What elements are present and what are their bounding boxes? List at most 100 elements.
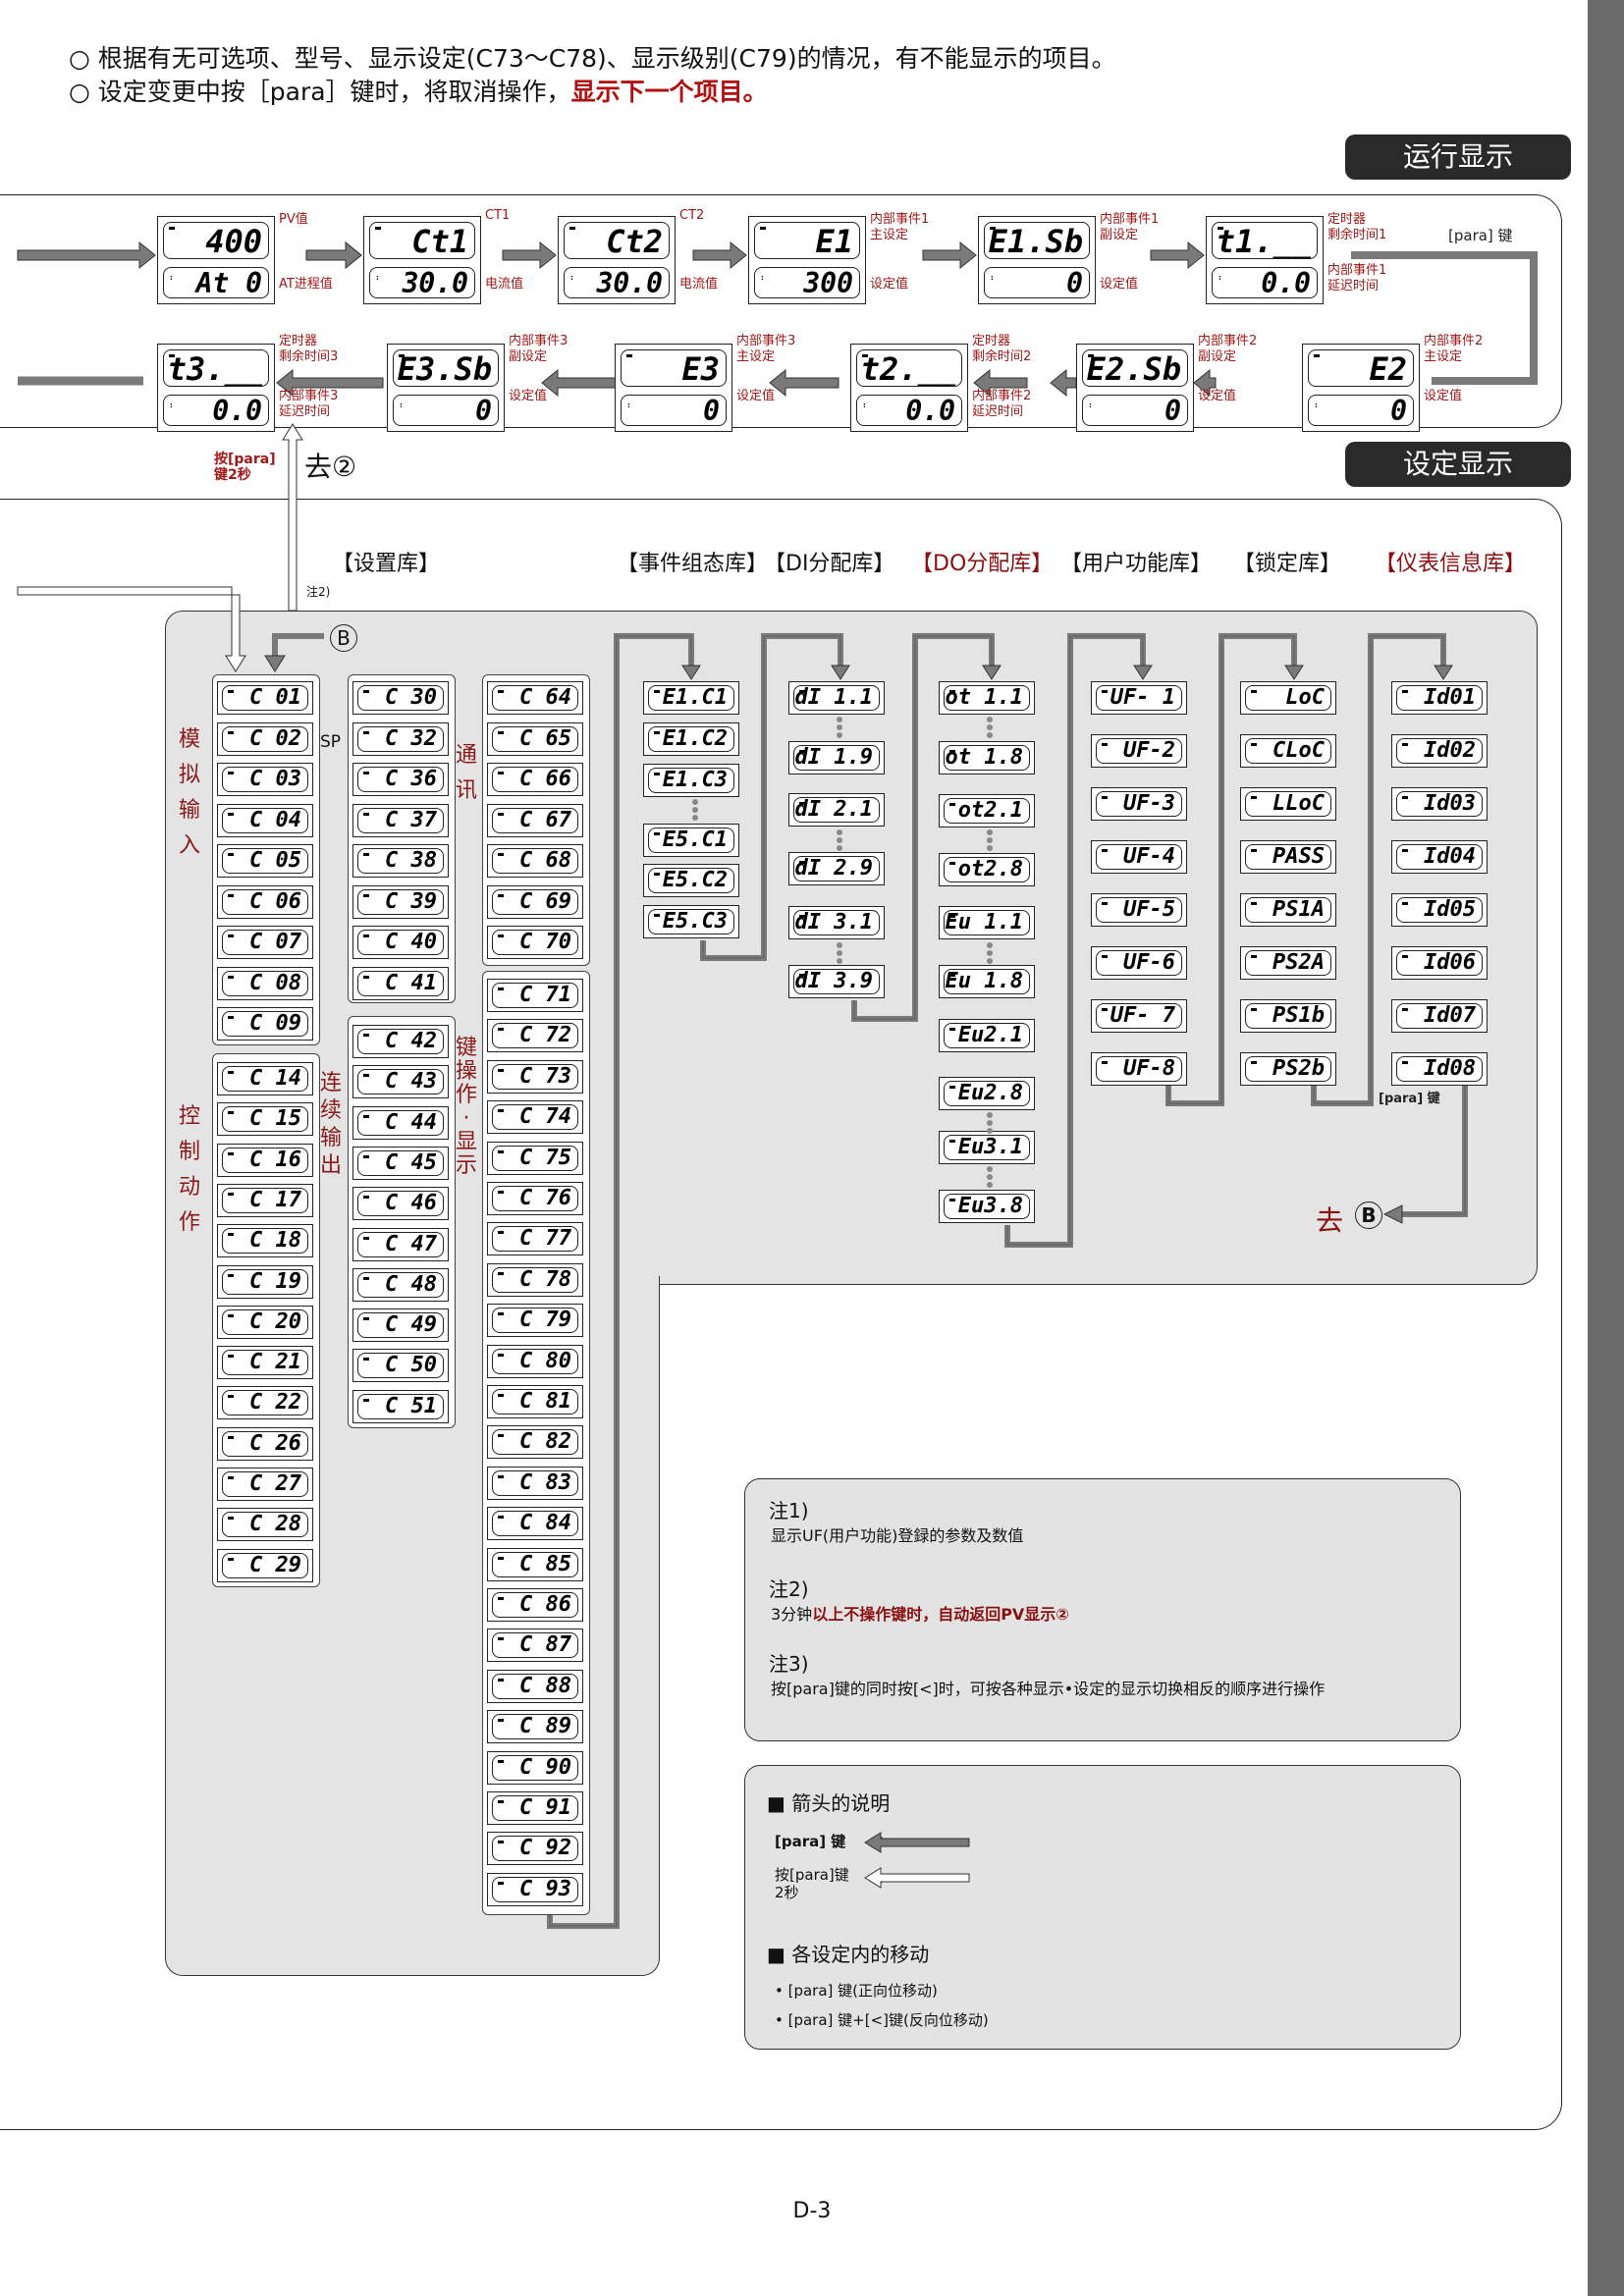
lcd-display: C 70 [492, 930, 578, 955]
instrument-info-lcd: Id03 [1391, 787, 1488, 821]
lock-lcd: PS1A [1240, 893, 1336, 927]
instrument-info-lcd: Id06 [1391, 946, 1488, 980]
lcd-display: C 80 [492, 1348, 578, 1374]
lcd-display: UF-6 [1096, 950, 1182, 976]
group-label-control-action: 控制动作 [178, 1104, 200, 1235]
run-display-lcd: Ct1: 30.0 [363, 216, 481, 304]
lcd-display: C 77 [492, 1226, 578, 1253]
do-assign-lcd: ot2.8 [939, 853, 1035, 886]
legend-move-title: ■ 各设定内的移动 [767, 1943, 930, 1966]
run-display-lcd: E1.Sb :0 [978, 216, 1096, 304]
legend-box: ■ 箭头的说明 [para] 键 : 按[para]键 2秒 : ■ 各设定内的… [744, 1765, 1461, 2050]
setup-param-lcd: C 42 [352, 1025, 449, 1058]
lcd-display: C 69 [492, 888, 578, 915]
lcd-indicator-icon: : [169, 400, 174, 409]
run-display-label-bottom: 设定值 [736, 389, 776, 403]
dotted-connector [692, 799, 704, 821]
run-display-lcd: E1: 300 [748, 216, 866, 304]
setup-param-lcd: C 07 [217, 926, 313, 959]
lcd-lower-value: 30.0 [402, 267, 468, 298]
di-assign-lcd: dI 3.1 [788, 906, 885, 939]
lcd-upper-display: E3.Sb [393, 349, 499, 387]
lcd-lower-display: : 30.0 [369, 267, 475, 298]
solid-arrow-icon [864, 1832, 970, 1853]
press-para-2s-label: 按[para] 键2秒 [214, 452, 276, 483]
lcd-display: C 03 [222, 767, 308, 792]
lcd-display: C 29 [222, 1552, 308, 1578]
lcd-display: C 73 [492, 1063, 578, 1090]
lcd-display: UF-4 [1096, 844, 1182, 870]
lcd-display: ot2.1 [944, 798, 1030, 824]
setup-param-lcd: C 41 [352, 966, 449, 1000]
flow-arrow-right [305, 240, 362, 270]
setup-param-lcd: C 65 [487, 721, 583, 756]
arrow-head-down [1133, 665, 1153, 680]
setup-param-lcd: C 82 [487, 1425, 583, 1460]
setup-param-lcd: C 73 [487, 1059, 583, 1094]
bank-title-do-assign: 【DO分配库】 [911, 552, 1054, 576]
setup-param-lcd: C 64 [487, 681, 583, 715]
hollow-arrow-entry [17, 586, 246, 672]
do-assign-lcd: Eu 1.8 [939, 965, 1035, 998]
legend-para-key: [para] 键 [775, 1833, 846, 1850]
setup-param-lcd: C 27 [217, 1468, 313, 1501]
lcd-display: C 45 [357, 1149, 444, 1176]
lcd-display: C 87 [492, 1632, 578, 1659]
hollow-arrow-icon [864, 1867, 970, 1889]
lcd-lower-display: :0 [621, 395, 727, 426]
setup-param-lcd: C 84 [487, 1507, 583, 1541]
run-display-label-bottom: AT进程值 [279, 277, 333, 292]
event-config-lcd: E5.C3 [643, 905, 739, 938]
lcd-display: C 46 [357, 1191, 444, 1217]
user-function-lcd: UF-8 [1091, 1052, 1187, 1086]
lcd-lower-value: 0.0 [212, 395, 262, 426]
para-key-small-label: [para] 键 [1379, 1092, 1440, 1107]
lcd-display: C 08 [222, 970, 308, 996]
user-function-lcd: UF-6 [1091, 946, 1187, 980]
lcd-upper-display: E1.Sb [984, 222, 1090, 259]
lcd-lower-value: 0 [703, 395, 720, 426]
run-display-label-top: CT2 [679, 208, 705, 223]
lcd-display: C 15 [222, 1106, 308, 1133]
setup-param-lcd: C 74 [487, 1100, 583, 1135]
lcd-display: dI 1.9 [793, 745, 880, 771]
lcd-upper-display: E2 [1308, 349, 1414, 387]
bank-title-instrument-info: 【仪表信息库】 [1375, 552, 1527, 576]
lcd-display: C 51 [357, 1393, 444, 1419]
setup-param-lcd: C 47 [352, 1227, 449, 1261]
setup-param-lcd: C 68 [487, 844, 583, 878]
lcd-display: E1.C2 [648, 726, 734, 752]
run-display-label-top: 内部事件3 主设定 [736, 334, 796, 364]
setup-param-lcd: C 66 [487, 763, 583, 796]
lcd-display: C 65 [492, 725, 578, 752]
instrument-info-lcd: Id04 [1391, 840, 1488, 874]
lcd-upper-display: 400 [163, 222, 269, 259]
lcd-display: Id07 [1396, 1003, 1483, 1029]
do-assign-lcd: Eu3.8 [939, 1190, 1035, 1223]
lcd-display: C 05 [222, 848, 308, 874]
run-display-lcd: 400: At 0 [157, 216, 275, 304]
setup-param-lcd: C 49 [352, 1308, 449, 1343]
flow-arrow-right [692, 240, 747, 270]
arrow-head-down [1434, 665, 1453, 680]
lcd-display: C 50 [357, 1353, 444, 1379]
setup-param-lcd: C 86 [487, 1588, 583, 1622]
lcd-display: C 16 [222, 1147, 308, 1173]
lcd-display: Id01 [1396, 685, 1483, 711]
lcd-display: C 36 [357, 767, 444, 792]
lcd-display: Id04 [1396, 844, 1483, 870]
lcd-display: C 68 [492, 848, 578, 874]
lcd-upper-display: E2.Sb [1082, 349, 1188, 387]
flow-arrow-right [17, 240, 156, 270]
setup-param-lcd: C 93 [487, 1872, 583, 1906]
lcd-lower-display: :0 [984, 267, 1090, 298]
lcd-display: Id05 [1396, 897, 1483, 923]
lcd-upper-display: t1.__ [1212, 222, 1318, 259]
lcd-display: E5.C2 [648, 868, 734, 893]
hollow-arrow-up [282, 423, 303, 612]
setup-param-lcd: C 28 [217, 1508, 313, 1542]
setup-param-lcd: C 37 [352, 803, 449, 837]
dotted-connector [987, 829, 999, 851]
lcd-display: C 04 [222, 807, 308, 833]
run-display-label-top: 内部事件1 主设定 [870, 212, 930, 242]
